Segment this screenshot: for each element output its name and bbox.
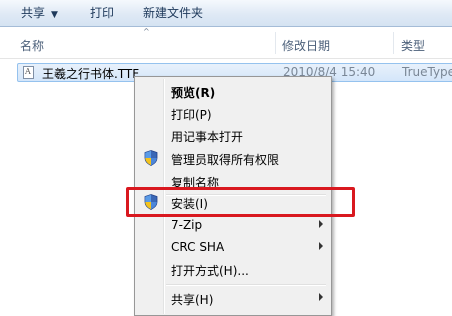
column-header-date[interactable]: 修改日期 [282, 37, 330, 54]
submenu-arrow-icon [319, 242, 323, 250]
menu-item-take-ownership[interactable]: 管理员取得所有权限 [137, 147, 329, 169]
file-type: TrueType [402, 65, 452, 79]
share-label: 共享 [21, 6, 46, 20]
menu-item-label: 预览(R) [171, 86, 216, 100]
column-divider[interactable] [393, 32, 394, 54]
menu-item-label: 用记事本打开 [171, 130, 244, 144]
annotation-highlight-box [126, 187, 355, 217]
menu-item-open-with[interactable]: 打开方式(H)... [137, 258, 329, 280]
explorer-toolbar: 共享 ▼ 打印 新建文件夹 [0, 0, 452, 27]
chevron-down-icon: ▼ [51, 10, 58, 20]
font-file-icon: A [23, 66, 34, 79]
menu-item-preview[interactable]: 预览(R) [137, 80, 329, 102]
column-header-bar: ^ 名称 修改日期 类型 [0, 27, 452, 59]
column-divider[interactable] [275, 32, 276, 54]
column-header-name[interactable]: 名称 [20, 37, 44, 54]
submenu-arrow-icon [319, 293, 323, 301]
menu-item-label: 打开方式(H)... [171, 264, 249, 278]
share-menu-button[interactable]: 共享 ▼ [21, 5, 58, 21]
print-button[interactable]: 打印 [90, 5, 114, 21]
new-folder-button[interactable]: 新建文件夹 [143, 5, 203, 21]
menu-item-label: 共享(H) [171, 293, 214, 307]
menu-item-print[interactable]: 打印(P) [137, 102, 329, 124]
menu-item-label: 打印(P) [171, 108, 212, 122]
column-header-type[interactable]: 类型 [401, 37, 425, 54]
menu-item-label: 7-Zip [171, 218, 203, 232]
submenu-arrow-icon [319, 220, 323, 228]
sort-ascending-icon: ^ [143, 27, 150, 36]
file-name: 王羲之行书体.TTF [42, 67, 140, 81]
menu-item-label: 管理员取得所有权限 [171, 153, 280, 167]
menu-item-open-with-notepad[interactable]: 用记事本打开 [137, 124, 329, 146]
menu-item-label: CRC SHA [171, 240, 225, 254]
menu-item-crc-sha[interactable]: CRC SHA [137, 236, 329, 258]
menu-item-7zip[interactable]: 7-Zip [137, 214, 329, 236]
uac-shield-icon [144, 150, 158, 166]
menu-item-share[interactable]: 共享(H) [137, 287, 329, 309]
menu-separator [166, 284, 326, 286]
